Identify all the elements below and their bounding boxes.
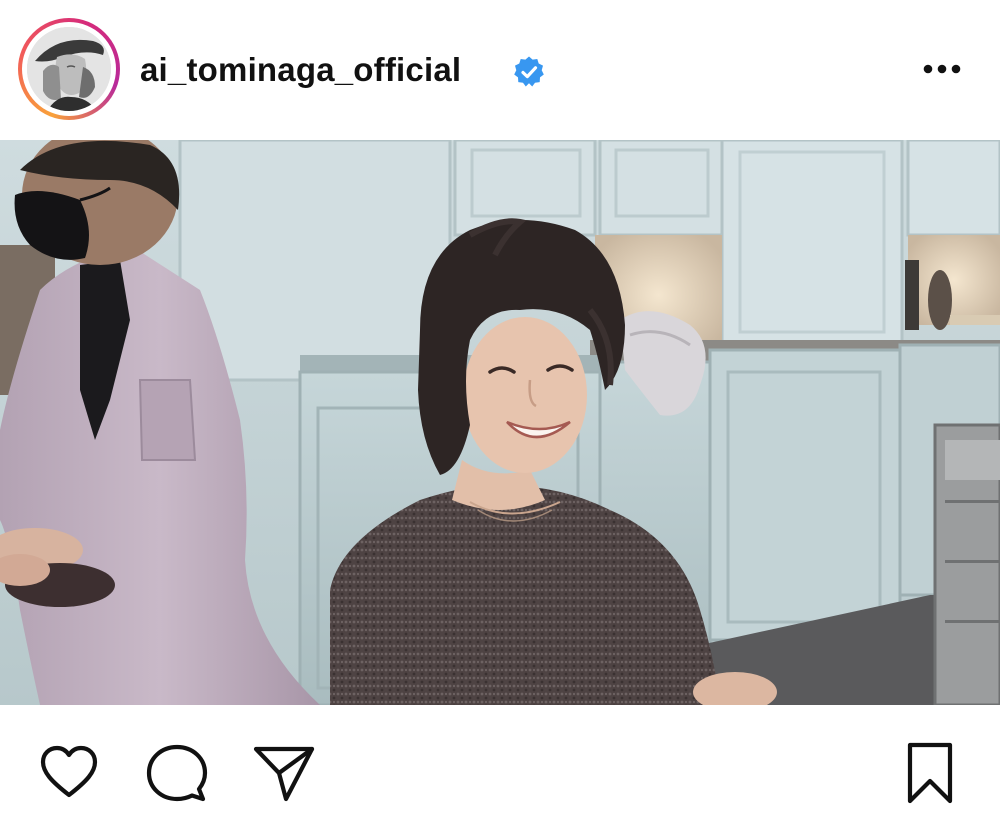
post-photo[interactable] bbox=[0, 140, 1000, 705]
heart-icon[interactable] bbox=[37, 741, 101, 805]
post-header: ai_tominaga_official bbox=[0, 0, 1000, 140]
bookmark-icon[interactable] bbox=[898, 741, 962, 805]
post-actions bbox=[0, 705, 1000, 835]
profile-avatar[interactable] bbox=[18, 18, 120, 120]
comment-bubble-icon[interactable] bbox=[145, 741, 209, 805]
paper-plane-icon[interactable] bbox=[252, 741, 316, 805]
verified-badge-icon bbox=[512, 55, 546, 89]
photo-scene bbox=[0, 140, 1000, 705]
username[interactable]: ai_tominaga_official bbox=[140, 50, 461, 90]
avatar-image bbox=[27, 27, 111, 111]
more-options-icon[interactable] bbox=[918, 52, 966, 86]
